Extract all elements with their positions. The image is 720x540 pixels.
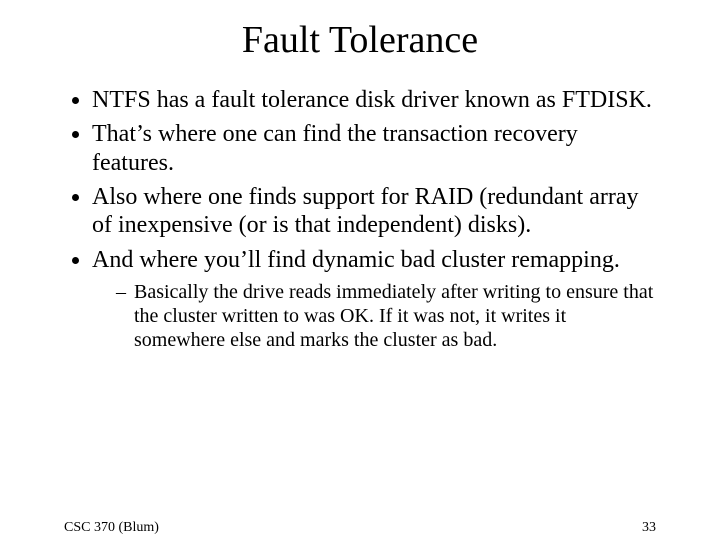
slide-footer: CSC 370 (Blum) 33 bbox=[64, 520, 656, 536]
list-item: Also where one finds support for RAID (r… bbox=[92, 183, 656, 240]
footer-left: CSC 370 (Blum) bbox=[64, 520, 159, 536]
bullet-text: And where you’ll find dynamic bad cluste… bbox=[92, 247, 620, 273]
bullet-text: Basically the drive reads immediately af… bbox=[134, 281, 653, 351]
list-item: Basically the drive reads immediately af… bbox=[120, 280, 656, 352]
sub-bullet-list: Basically the drive reads immediately af… bbox=[92, 280, 656, 352]
slide-title: Fault Tolerance bbox=[0, 18, 720, 62]
list-item: That’s where one can find the transactio… bbox=[92, 120, 656, 177]
footer-page-number: 33 bbox=[642, 520, 656, 536]
list-item: And where you’ll find dynamic bad cluste… bbox=[92, 246, 656, 352]
bullet-list: NTFS has a fault tolerance disk driver k… bbox=[64, 86, 656, 352]
slide-body: NTFS has a fault tolerance disk driver k… bbox=[0, 86, 720, 352]
slide: Fault Tolerance NTFS has a fault toleran… bbox=[0, 18, 720, 540]
bullet-text: Also where one finds support for RAID (r… bbox=[92, 184, 639, 238]
bullet-text: That’s where one can find the transactio… bbox=[92, 121, 578, 175]
list-item: NTFS has a fault tolerance disk driver k… bbox=[92, 86, 656, 114]
bullet-text: NTFS has a fault tolerance disk driver k… bbox=[92, 87, 652, 113]
